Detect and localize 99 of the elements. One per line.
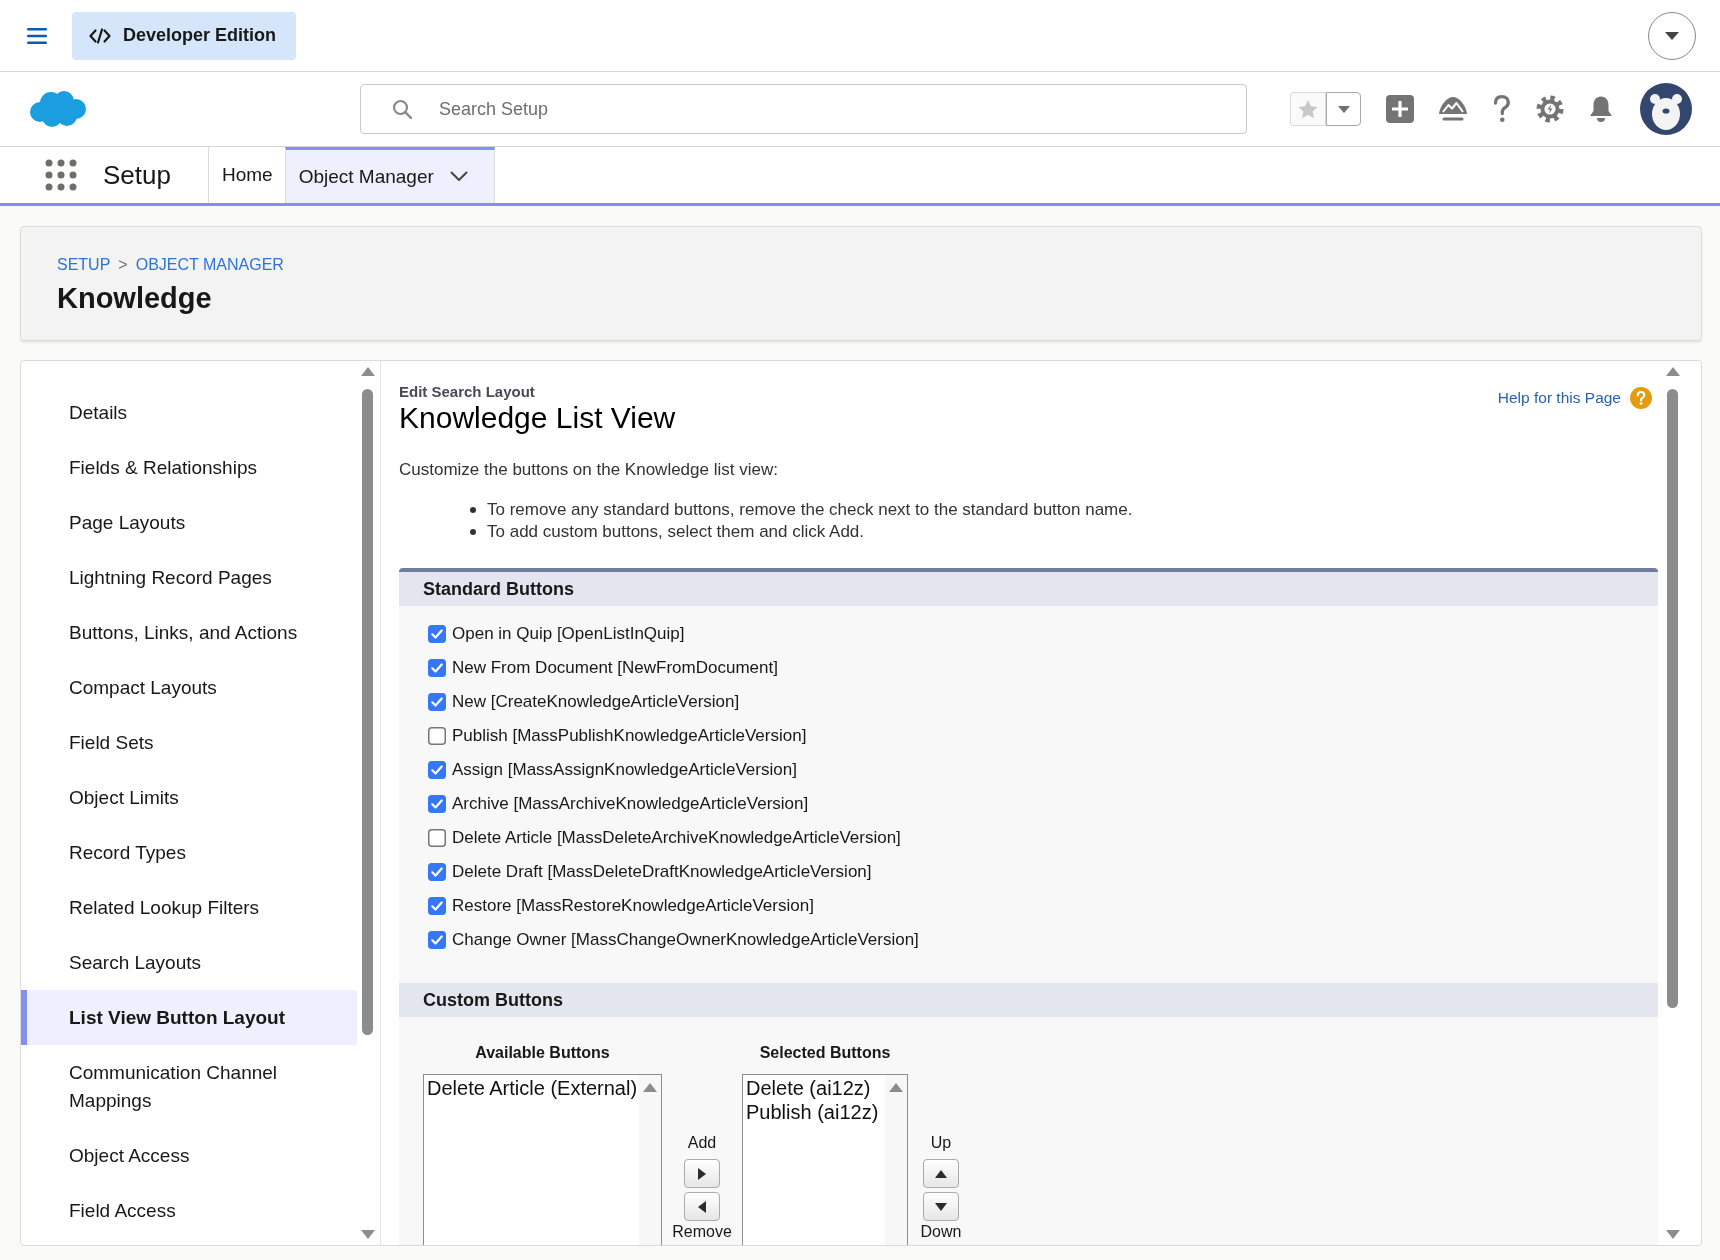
list-option[interactable]: Delete Article (External) <box>427 1076 638 1100</box>
listbox[interactable]: Delete (ai12z) Publish (ai12z) <box>742 1074 908 1245</box>
move-down-button[interactable] <box>923 1192 959 1221</box>
help-icon[interactable] <box>1630 387 1652 409</box>
object-title: Knowledge <box>57 281 212 315</box>
cloud-logo <box>27 89 87 129</box>
checkbox-label: Open in Quip [OpenListInQuip] <box>452 624 685 644</box>
sidebar-item[interactable]: Related Lookup Filters <box>21 880 357 935</box>
search-icon <box>392 99 412 119</box>
up-label: Up <box>930 1134 952 1152</box>
checkbox-label: New From Document [NewFromDocument] <box>452 658 778 678</box>
bullet-icon <box>470 507 476 513</box>
sidebar-item[interactable]: Record Types <box>21 825 357 880</box>
app-name: Setup <box>103 159 171 191</box>
intro-text: Customize the buttons on the Knowledge list view: <box>399 459 778 481</box>
checkbox-label: Delete Draft [MassDeleteDraftKnowledgeArticleVersion] <box>452 862 872 882</box>
sidebar-item[interactable]: Field Access <box>21 1183 357 1238</box>
edition-button[interactable]: Developer Edition <box>72 11 297 60</box>
triangle-left-icon <box>698 1200 706 1213</box>
help-link[interactable]: Help for this Page <box>1497 389 1621 407</box>
checkbox-label: Archive [MassArchiveKnowledgeArticleVersion] <box>452 794 809 814</box>
dots-grid-icon[interactable] <box>45 159 77 191</box>
bullet-icon <box>470 529 476 535</box>
scroll-down-icon[interactable] <box>1665 1230 1680 1239</box>
checkbox[interactable] <box>428 761 446 779</box>
move-up-button[interactable] <box>923 1159 959 1188</box>
dropdown-button[interactable] <box>1648 11 1696 60</box>
sidebar-item[interactable]: Field Sets <box>21 715 357 770</box>
list-heading: Selected Buttons <box>759 1043 891 1063</box>
sidebar-item[interactable]: Buttons, Links, and Actions <box>21 605 357 660</box>
checkbox-label: Restore [MassRestoreKnowledgeArticleVersion] <box>452 896 814 916</box>
bell-icon[interactable] <box>1588 95 1614 123</box>
sidebar-item[interactable]: Compact Layouts <box>21 660 357 715</box>
caret-down-icon <box>1665 31 1679 40</box>
checkbox[interactable] <box>428 727 446 745</box>
remove-label: Remove <box>672 1223 732 1241</box>
checkbox[interactable] <box>428 693 446 711</box>
add-button[interactable] <box>684 1159 720 1188</box>
listbox[interactable]: Delete Article (External) <box>423 1074 662 1245</box>
breadcrumb-link[interactable]: SETUP <box>57 255 111 275</box>
checkbox[interactable] <box>428 863 446 881</box>
star-icon <box>1298 99 1318 119</box>
help-icon[interactable] <box>1492 95 1512 123</box>
checkbox-label: Delete Article [MassDeleteArchiveKnowledgeArticleVersion] <box>452 828 901 848</box>
checkbox-label: New [CreateKnowledgeArticleVersion] <box>452 692 740 712</box>
scroll-up-icon[interactable] <box>643 1083 658 1092</box>
favorites-menu-button[interactable] <box>1326 92 1361 126</box>
remove-button[interactable] <box>684 1192 720 1221</box>
menu-icon[interactable] <box>27 27 47 44</box>
checkbox[interactable] <box>428 795 446 813</box>
sidebar-item[interactable]: Object Access <box>21 1128 357 1183</box>
checkbox[interactable] <box>428 931 446 949</box>
checkbox-label: Change Owner [MassChangeOwnerKnowledgeArticleVersion] <box>452 930 919 950</box>
mountain-icon[interactable] <box>1438 96 1468 122</box>
breadcrumb-link[interactable]: OBJECT MANAGER <box>135 255 284 275</box>
page-title: Knowledge List View <box>399 401 676 435</box>
scroll-up-icon[interactable] <box>1665 367 1680 376</box>
scroll-up-icon[interactable] <box>889 1083 903 1092</box>
caret-down-icon <box>1337 105 1350 113</box>
code-icon <box>89 27 111 44</box>
triangle-up-icon <box>935 1169 947 1178</box>
scrollbar-thumb[interactable] <box>362 389 373 1035</box>
sidebar-item[interactable]: Communication Channel Mappings <box>21 1045 357 1128</box>
scroll-up-icon[interactable] <box>360 367 375 376</box>
down-label: Down <box>920 1223 962 1241</box>
chevron-down-icon[interactable] <box>449 171 468 182</box>
avatar-icon[interactable] <box>1640 83 1692 135</box>
bullet-text: To remove any standard buttons, remove the check next to the standard button name. <box>487 499 1133 521</box>
page-subtitle: Edit Search Layout <box>399 383 535 401</box>
sidebar-item[interactable]: Object Limits <box>21 770 357 825</box>
checkbox[interactable] <box>428 625 446 643</box>
sidebar-item[interactable]: Page Layouts <box>21 495 357 550</box>
list-option[interactable]: Delete (ai12z) <box>746 1076 871 1100</box>
list-heading: Available Buttons <box>475 1043 610 1063</box>
breadcrumb-separator: > <box>118 255 128 275</box>
sidebar-item[interactable]: Fields & Relationships <box>21 440 357 495</box>
scroll-down-icon[interactable] <box>360 1230 375 1239</box>
triangle-down-icon <box>935 1202 947 1211</box>
nav-tab[interactable]: Home <box>207 147 285 203</box>
sidebar-item[interactable]: Search Layouts <box>21 935 357 990</box>
nav-tab[interactable]: Object Manager <box>284 147 495 203</box>
sidebar-item[interactable]: List View Button Layout <box>21 990 357 1045</box>
section-header: Custom Buttons <box>399 983 1658 1017</box>
checkbox[interactable] <box>428 897 446 915</box>
search-field[interactable]: Search Setup <box>360 84 1247 134</box>
add-label: Add <box>687 1134 717 1152</box>
section-header: Standard Buttons <box>399 568 1658 606</box>
triangle-right-icon <box>698 1167 706 1180</box>
checkbox-label: Assign [MassAssignKnowledgeArticleVersion] <box>452 760 797 780</box>
sidebar-item[interactable]: Details <box>21 385 357 440</box>
plus-icon[interactable] <box>1386 95 1414 123</box>
sidebar-item[interactable]: Lightning Record Pages <box>21 550 357 605</box>
bullet-text: To add custom buttons, select them and click Add. <box>487 521 865 543</box>
scrollbar-thumb[interactable] <box>1667 389 1678 1008</box>
list-option[interactable]: Publish (ai12z) <box>746 1100 879 1124</box>
checkbox[interactable] <box>428 829 446 847</box>
settings-icon[interactable] <box>1536 95 1564 123</box>
checkbox-label: Publish [MassPublishKnowledgeArticleVersion] <box>452 726 807 746</box>
checkbox[interactable] <box>428 659 446 677</box>
